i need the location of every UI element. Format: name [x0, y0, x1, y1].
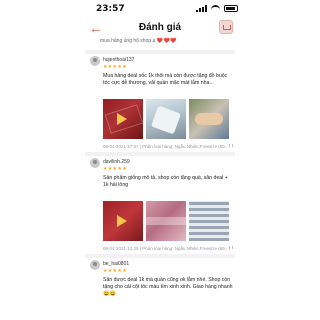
review-video-thumbnail[interactable] [103, 201, 143, 241]
review-meta: 06-04-2021 17:37 | Phân loại hàng: Ngẫu … [103, 144, 230, 149]
review-video-thumbnail[interactable] [103, 99, 143, 139]
like-icon[interactable] [229, 246, 233, 249]
review-photo[interactable] [146, 201, 186, 241]
previous-review-text: mua hàng ủng hộ shop ạ [100, 38, 157, 44]
avatar[interactable] [90, 158, 100, 168]
divider [85, 50, 235, 54]
rating-stars: ★★★★★ [103, 166, 127, 172]
review-text: Săn được deal 1k mà quần cũng ok lắm nhé… [103, 277, 233, 297]
signal-icon [196, 5, 207, 12]
avatar[interactable] [90, 56, 100, 66]
rating-stars: ★★★★★ [103, 64, 127, 70]
review-username[interactable]: davilinh.259 [103, 159, 130, 165]
wifi-icon [211, 5, 220, 12]
review-username[interactable]: be_hai0801 [103, 261, 129, 267]
header: ← Đánh giá [0, 18, 320, 40]
hearts-emoji: ❤️❤️❤️ [156, 38, 177, 44]
status-icons [196, 5, 238, 12]
rating-stars: ★★★★★ [103, 268, 127, 274]
previous-review-snippet: mua hàng ủng hộ shop ạ ❤️❤️❤️ [100, 38, 177, 44]
review-photos [103, 99, 229, 139]
review-username[interactable]: hujenthoai137 [103, 57, 134, 63]
review-photo[interactable] [189, 201, 229, 241]
status-bar: 23:57 [0, 0, 320, 18]
review-text: Sản phẩm giống mô tả, shop còn tặng quà,… [103, 175, 228, 188]
like-icon[interactable] [229, 144, 233, 147]
review-photo[interactable] [189, 99, 229, 139]
battery-icon [224, 5, 238, 12]
divider [85, 152, 235, 156]
review-meta: 06-04-2021 12:25 | Phân loại hàng: Ngẫu … [103, 246, 230, 251]
play-icon [117, 215, 127, 227]
review-photos [103, 201, 229, 241]
review-photo[interactable] [146, 99, 186, 139]
play-icon [117, 113, 127, 125]
review-text: Mua hàng deal sốc 1k thôi mà còn được tặ… [103, 73, 228, 86]
page-title: Đánh giá [138, 22, 182, 33]
status-time: 23:57 [96, 4, 125, 14]
avatar[interactable] [90, 260, 100, 270]
shop-thumbnail-icon[interactable] [219, 20, 233, 34]
divider [85, 254, 235, 258]
